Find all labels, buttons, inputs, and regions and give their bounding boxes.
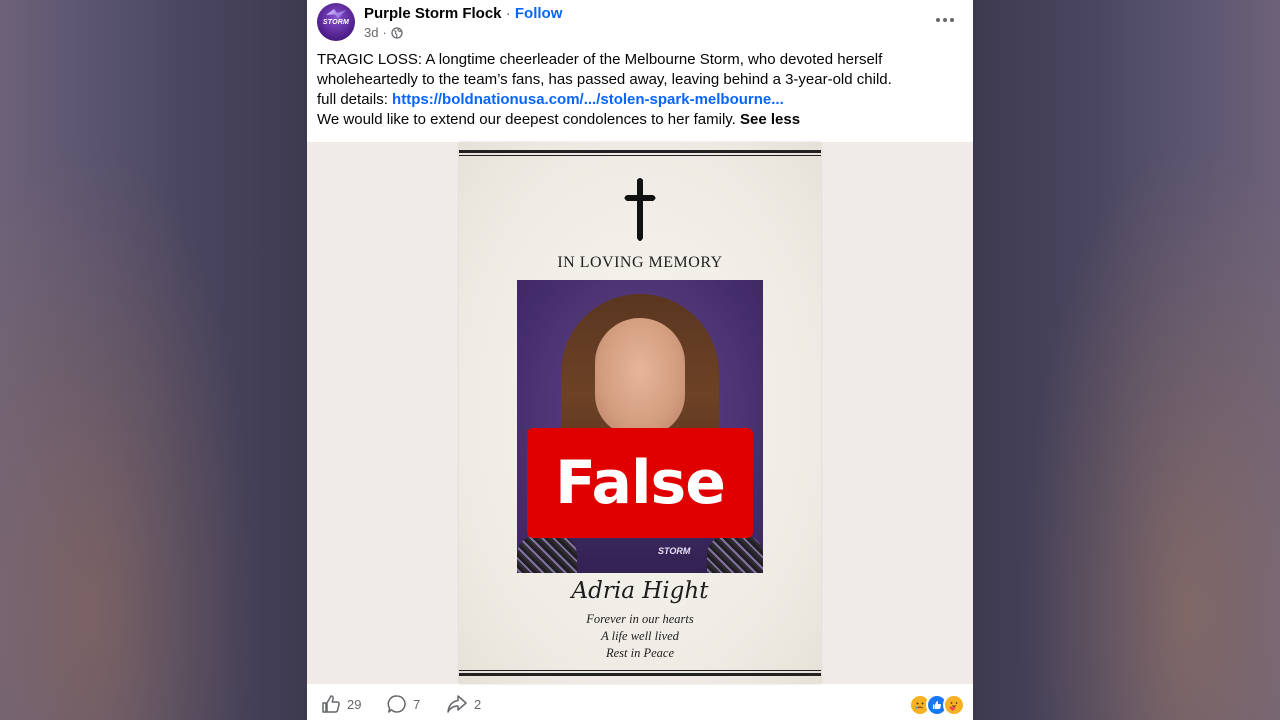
post-meta: 3d ·	[364, 25, 403, 40]
memorial-title: IN LOVING MEMORY	[557, 254, 723, 271]
top-border-line	[459, 150, 821, 153]
epitaph-line: A life well lived	[601, 629, 679, 643]
bottom-border-line-thin	[459, 670, 821, 671]
fact-check-false-badge: False	[527, 428, 753, 538]
post-actions-bar: 29 7 2	[307, 684, 973, 720]
jersey-text: STORM	[658, 546, 691, 556]
post-header: STORM Purple Storm Flock · Follow 3d ·	[307, 0, 973, 46]
cross-icon	[624, 178, 656, 241]
blurred-background-left	[0, 0, 307, 720]
caption-line: wholeheartedly to the team’s fans, has p…	[317, 71, 892, 88]
epitaph-line: Rest in Peace	[605, 646, 675, 660]
post-caption: TRAGIC LOSS: A longtime cheerleader of t…	[317, 50, 957, 130]
more-dot-icon	[936, 18, 940, 22]
more-dot-icon	[950, 18, 954, 22]
pom-pom-left	[517, 535, 577, 573]
like-icon	[322, 695, 340, 713]
share-icon	[447, 695, 467, 713]
like-count: 29	[347, 696, 362, 712]
storm-logo-icon	[326, 9, 346, 19]
top-border-line-thin	[459, 155, 821, 156]
portrait-face	[595, 318, 685, 436]
fact-check-label: False	[555, 448, 726, 518]
caption-line: We would like to extend our deepest cond…	[317, 110, 957, 130]
page-avatar[interactable]: STORM	[317, 3, 355, 41]
reaction-summary[interactable]	[909, 694, 965, 716]
facebook-post: STORM Purple Storm Flock · Follow 3d · T…	[307, 0, 973, 720]
epitaph-line: Forever in our hearts	[586, 612, 694, 626]
more-dot-icon	[943, 18, 947, 22]
page-name-line: Purple Storm Flock · Follow	[364, 5, 562, 22]
avatar-text: STORM	[322, 19, 350, 26]
more-options-button[interactable]	[931, 8, 959, 32]
globe-icon	[391, 26, 403, 39]
meta-dot: ·	[382, 25, 387, 40]
condolence-text: We would like to extend our deepest cond…	[317, 111, 741, 128]
like-button[interactable]: 29	[321, 694, 361, 714]
page-name[interactable]: Purple Storm Flock	[364, 5, 502, 22]
comment-icon	[387, 695, 406, 713]
caption-line: full details: https://boldnationusa.com/…	[317, 90, 957, 110]
share-count: 2	[474, 696, 482, 712]
separator-dot: ·	[505, 5, 511, 22]
comment-button[interactable]: 7	[387, 694, 420, 714]
caption-line: TRAGIC LOSS: A longtime cheerleader of t…	[317, 51, 883, 68]
follow-button[interactable]: Follow	[515, 5, 563, 22]
blurred-background-right	[973, 0, 1280, 720]
memorial-name: Adria Hight	[571, 578, 709, 604]
details-prefix: full details:	[317, 91, 393, 108]
share-button[interactable]: 2	[446, 694, 481, 714]
pom-pom-right	[707, 535, 763, 573]
see-less-button[interactable]: See less	[740, 111, 800, 128]
bottom-border-line	[459, 673, 821, 676]
article-link[interactable]: https://boldnationusa.com/.../stolen-spa…	[392, 91, 784, 108]
memorial-card: IN LOVING MEMORY STORM False Adria Hight…	[459, 142, 821, 684]
post-image[interactable]: IN LOVING MEMORY STORM False Adria Hight…	[307, 142, 973, 684]
post-time[interactable]: 3d	[364, 25, 378, 40]
comment-count: 7	[413, 696, 421, 712]
care-reaction-icon	[943, 694, 965, 716]
